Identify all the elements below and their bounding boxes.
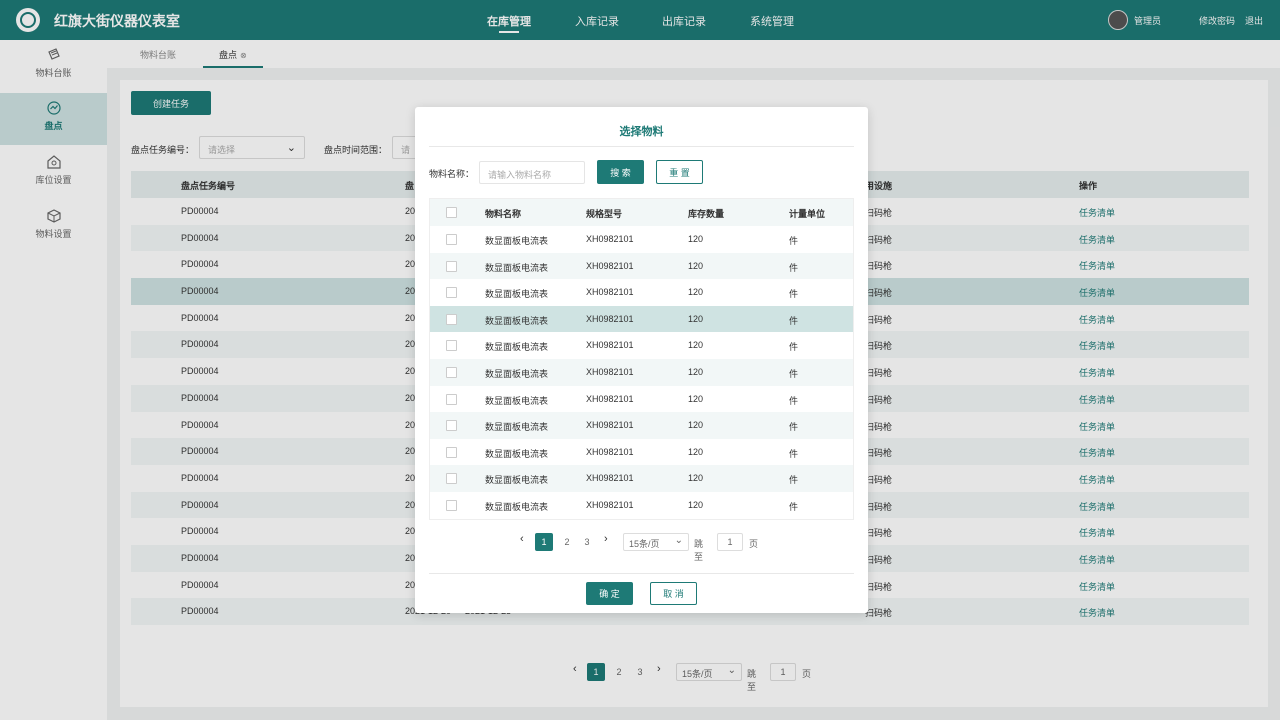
unit-cell: 件 xyxy=(789,501,799,512)
model-cell: XH0982101 xyxy=(586,366,634,377)
model-cell: XH0982101 xyxy=(586,420,634,431)
material-name-cell: 数显面板电流表 xyxy=(485,342,549,353)
material-name-cell: 数显面板电流表 xyxy=(485,368,549,379)
model-cell: XH0982101 xyxy=(586,287,634,298)
unit-cell: 件 xyxy=(789,448,799,459)
table-row[interactable]: 数显面板电流表 XH0982101 120 件 xyxy=(430,385,853,413)
model-cell: XH0982101 xyxy=(586,473,634,484)
quantity-cell: 120 xyxy=(688,313,704,324)
chevron-down-icon: ⌄ xyxy=(674,535,683,546)
material-name-cell: 数显面板电流表 xyxy=(485,422,549,433)
material-name-cell: 数显面板电流表 xyxy=(485,315,549,326)
col-model: 规格型号 xyxy=(586,209,623,219)
page-2[interactable]: 2 xyxy=(558,533,576,551)
unit-cell: 件 xyxy=(789,236,799,246)
row-checkbox[interactable] xyxy=(446,473,457,485)
table-row[interactable]: 数显面板电流表 XH0982101 120 件 xyxy=(430,305,853,333)
table-row[interactable]: 数显面板电流表 XH0982101 120 件 xyxy=(430,252,853,280)
page-3[interactable]: 3 xyxy=(578,533,596,551)
material-name-cell: 数显面板电流表 xyxy=(485,395,549,406)
table-row[interactable]: 数显面板电流表 XH0982101 120 件 xyxy=(430,226,853,253)
quantity-cell: 120 xyxy=(688,340,704,351)
unit-cell: 件 xyxy=(789,342,799,353)
col-quantity: 库存数量 xyxy=(688,209,725,219)
quantity-cell: 120 xyxy=(688,366,704,377)
material-name-cell: 数显面板电流表 xyxy=(485,262,549,273)
quantity-cell: 120 xyxy=(688,260,704,271)
unit-cell: 件 xyxy=(789,475,799,486)
unit-cell: 件 xyxy=(789,368,799,379)
quantity-cell: 120 xyxy=(688,234,704,244)
reset-button[interactable]: 重 置 xyxy=(656,160,703,184)
model-cell: XH0982101 xyxy=(586,340,634,351)
jump-input[interactable]: 1 xyxy=(717,533,743,551)
col-unit: 计量单位 xyxy=(789,209,826,219)
material-name-cell: 数显面板电流表 xyxy=(485,475,549,486)
page-unit: 页 xyxy=(749,539,759,549)
divider xyxy=(429,573,854,574)
table-row[interactable]: 数显面板电流表 XH0982101 120 件 xyxy=(430,332,853,359)
row-checkbox[interactable] xyxy=(446,287,457,299)
row-checkbox[interactable] xyxy=(446,446,457,458)
row-checkbox[interactable] xyxy=(446,234,457,245)
model-cell: XH0982101 xyxy=(586,499,634,510)
unit-cell: 件 xyxy=(789,289,799,300)
select-all-checkbox[interactable] xyxy=(446,207,457,218)
quantity-cell: 120 xyxy=(688,499,704,510)
table-row[interactable]: 数显面板电流表 XH0982101 120 件 xyxy=(430,491,853,519)
material-table: 物料名称 规格型号 库存数量 计量单位 数显面板电流表 XH0982101 120 件… xyxy=(429,198,854,520)
table-row[interactable]: 数显面板电流表 XH0982101 120 件 xyxy=(430,412,853,439)
table-row[interactable]: 数显面板电流表 XH0982101 120 件 xyxy=(430,358,853,386)
model-cell: XH0982101 xyxy=(586,446,634,457)
model-cell: XH0982101 xyxy=(586,260,634,271)
row-checkbox[interactable] xyxy=(446,499,457,511)
row-checkbox[interactable] xyxy=(446,340,457,352)
page-size-select[interactable]: 15条/页 ⌄ xyxy=(623,533,689,551)
material-name-input[interactable]: 请输入物料名称 xyxy=(479,161,585,184)
jump-label: 跳至 xyxy=(694,539,704,562)
material-name-cell: 数显面板电流表 xyxy=(485,448,549,459)
quantity-cell: 120 xyxy=(688,287,704,298)
chevron-right-icon[interactable]: › xyxy=(604,533,608,545)
material-name-cell: 数显面板电流表 xyxy=(485,236,549,246)
chevron-left-icon[interactable]: ‹ xyxy=(520,533,524,545)
table-row[interactable]: 数显面板电流表 XH0982101 120 件 xyxy=(430,465,853,492)
quantity-cell: 120 xyxy=(688,473,704,484)
unit-cell: 件 xyxy=(789,315,799,326)
material-name-label: 物料名称： xyxy=(429,169,475,179)
col-material-name: 物料名称 xyxy=(485,209,522,219)
table-row[interactable]: 数显面板电流表 XH0982101 120 件 xyxy=(430,438,853,466)
page-size-value: 15条/页 xyxy=(629,539,660,549)
row-checkbox[interactable] xyxy=(446,366,457,378)
model-cell: XH0982101 xyxy=(586,313,634,324)
table-row[interactable]: 数显面板电流表 XH0982101 120 件 xyxy=(430,279,853,306)
row-checkbox[interactable] xyxy=(446,393,457,405)
unit-cell: 件 xyxy=(789,395,799,406)
select-material-modal: 选择物料 物料名称： 请输入物料名称 搜 索 重 置 物料名称 规格型号 库存数… xyxy=(415,107,868,613)
modal-title: 选择物料 xyxy=(619,126,664,138)
quantity-cell: 120 xyxy=(688,393,704,404)
confirm-button[interactable]: 确 定 xyxy=(586,582,633,605)
material-name-cell: 数显面板电流表 xyxy=(485,501,549,512)
unit-cell: 件 xyxy=(789,422,799,433)
row-checkbox[interactable] xyxy=(446,420,457,432)
material-name-cell: 数显面板电流表 xyxy=(485,289,549,300)
unit-cell: 件 xyxy=(789,262,799,273)
quantity-cell: 120 xyxy=(688,420,704,431)
row-checkbox[interactable] xyxy=(446,260,457,272)
divider xyxy=(429,146,854,147)
page-1[interactable]: 1 xyxy=(535,533,553,551)
table-header: 物料名称 规格型号 库存数量 计量单位 xyxy=(430,199,853,226)
cancel-button[interactable]: 取 消 xyxy=(650,582,697,605)
row-checkbox[interactable] xyxy=(446,313,457,325)
model-cell: XH0982101 xyxy=(586,234,634,244)
model-cell: XH0982101 xyxy=(586,393,634,404)
search-button[interactable]: 搜 索 xyxy=(597,160,644,184)
quantity-cell: 120 xyxy=(688,446,704,457)
